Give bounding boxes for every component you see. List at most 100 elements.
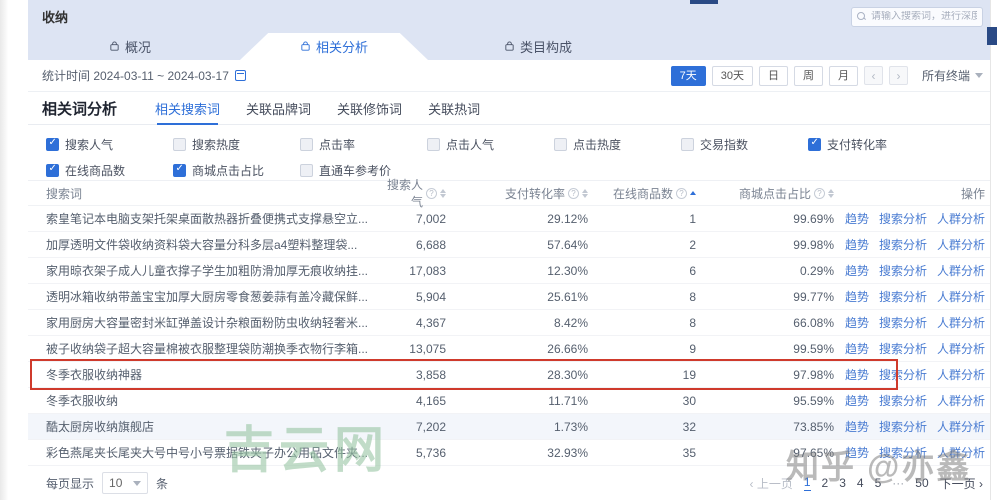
next-page-button[interactable]: 下一页 › xyxy=(940,475,983,492)
metric-pay-conversion[interactable]: 支付转化率 xyxy=(808,134,935,154)
tab-related-brand-words[interactable]: 关联品牌词 xyxy=(246,92,311,124)
period-day-button[interactable]: 日 xyxy=(758,65,788,86)
search-analysis-link[interactable]: 搜索分析 xyxy=(879,262,927,279)
terminal-filter-dropdown[interactable]: 所有终端 xyxy=(922,67,983,84)
tab-related-analysis[interactable]: 相关分析 xyxy=(232,33,436,60)
tab-related-hot-words[interactable]: 关联热词 xyxy=(428,92,480,124)
search-pop-cell: 5,736 xyxy=(415,445,446,460)
search-analysis-link[interactable]: 搜索分析 xyxy=(879,288,927,305)
page-5-button[interactable]: 5 xyxy=(875,476,882,490)
keyword-cell[interactable]: 酷太厨房收纳旗舰店 xyxy=(46,418,378,435)
search-analysis-link[interactable]: 搜索分析 xyxy=(879,314,927,331)
period-week-button[interactable]: 周 xyxy=(793,65,823,86)
pay-conv-cell: 25.61% xyxy=(547,289,588,304)
keyword-cell[interactable]: 家用晾衣架子成人儿童衣撑子学生加粗防滑加厚无痕收纳挂... xyxy=(46,262,378,279)
top-dark-bar-artifact xyxy=(690,0,718,4)
keyword-cell[interactable]: 被子收纳袋子超大容量棉被衣服整理袋防潮换季衣物行李箱... xyxy=(46,340,378,357)
search-analysis-link[interactable]: 搜索分析 xyxy=(879,236,927,253)
keyword-cell[interactable]: 透明冰箱收纳带盖宝宝加厚大厨房零食葱姜蒜有盖冷藏保鲜... xyxy=(46,288,378,305)
table-row: 冬季衣服收纳 4,165 11.71% 30 95.59% 趋势 搜索分析 人群分析 xyxy=(28,388,997,414)
mall-click-cell: 97.65% xyxy=(793,445,834,460)
trend-link[interactable]: 趋势 xyxy=(845,314,869,331)
trend-link[interactable]: 趋势 xyxy=(845,340,869,357)
tab-overview[interactable]: 概况 xyxy=(28,33,232,60)
checkbox-checked-icon xyxy=(46,137,59,151)
audience-analysis-link[interactable]: 人群分析 xyxy=(937,236,985,253)
trend-link[interactable]: 趋势 xyxy=(845,444,869,461)
search-analysis-link[interactable]: 搜索分析 xyxy=(879,392,927,409)
trend-link[interactable]: 趋势 xyxy=(845,288,869,305)
trend-link[interactable]: 趋势 xyxy=(845,236,869,253)
trend-link[interactable]: 趋势 xyxy=(845,418,869,435)
keyword-cell[interactable]: 索皇笔记本电脑支架托架桌面散热器折叠便携式支撑悬空立... xyxy=(46,210,378,227)
tab-related-modifier-words[interactable]: 关联修饰词 xyxy=(337,92,402,124)
metric-click-rate[interactable]: 点击率 xyxy=(300,134,427,154)
search-input[interactable] xyxy=(871,11,977,22)
page-4-button[interactable]: 4 xyxy=(857,476,864,490)
pay-conv-cell: 11.71% xyxy=(548,393,588,408)
keyword-cell[interactable]: 加厚透明文件袋收纳资料袋大容量分科多层a4塑料整理袋... xyxy=(46,236,378,253)
trend-link[interactable]: 趋势 xyxy=(845,262,869,279)
search-box[interactable] xyxy=(851,6,983,27)
mall-click-cell: 73.85% xyxy=(793,419,834,434)
search-analysis-link[interactable]: 搜索分析 xyxy=(879,340,927,357)
search-analysis-link[interactable]: 搜索分析 xyxy=(879,366,927,383)
search-analysis-link[interactable]: 搜索分析 xyxy=(879,418,927,435)
checkbox-checked-icon xyxy=(808,137,821,151)
audience-analysis-link[interactable]: 人群分析 xyxy=(937,418,985,435)
tab-category-composition[interactable]: 类目构成 xyxy=(436,33,640,60)
metric-click-heat[interactable]: 点击热度 xyxy=(554,134,681,154)
search-pop-cell: 3,858 xyxy=(415,367,446,382)
metric-search-heat[interactable]: 搜索热度 xyxy=(173,134,300,154)
trend-link[interactable]: 趋势 xyxy=(845,392,869,409)
audience-analysis-link[interactable]: 人群分析 xyxy=(937,314,985,331)
page-2-button[interactable]: 2 xyxy=(822,476,829,490)
mall-click-cell: 95.59% xyxy=(793,393,834,408)
audience-analysis-link[interactable]: 人群分析 xyxy=(937,366,985,383)
period-7d-button[interactable]: 7天 xyxy=(670,65,706,86)
period-month-button[interactable]: 月 xyxy=(828,65,858,86)
audience-analysis-link[interactable]: 人群分析 xyxy=(937,392,985,409)
metric-mall-click-ratio[interactable]: 商城点击占比 xyxy=(173,160,300,180)
audience-analysis-link[interactable]: 人群分析 xyxy=(937,210,985,227)
mall-click-cell: 99.59% xyxy=(793,341,834,356)
right-dark-square-artifact xyxy=(987,27,997,45)
col-header-mall-click-ratio[interactable]: 商城点击占比 xyxy=(696,185,834,202)
page-3-button[interactable]: 3 xyxy=(839,476,846,490)
audience-analysis-link[interactable]: 人群分析 xyxy=(937,288,985,305)
keyword-cell[interactable]: 冬季衣服收纳 xyxy=(46,392,378,409)
keyword-cell[interactable]: 彩色燕尾夹长尾夹大号中号小号票据铁夹子办公用品文件夹... xyxy=(46,444,378,461)
per-page-select[interactable]: 10 xyxy=(102,472,149,494)
search-analysis-link[interactable]: 搜索分析 xyxy=(879,444,927,461)
trend-link[interactable]: 趋势 xyxy=(845,210,869,227)
tab-related-search-words[interactable]: 相关搜索词 xyxy=(155,92,220,125)
metric-click-popularity[interactable]: 点击人气 xyxy=(427,134,554,154)
search-pop-cell: 17,083 xyxy=(409,263,446,278)
checkbox-checked-icon xyxy=(173,163,186,177)
audience-analysis-link[interactable]: 人群分析 xyxy=(937,444,985,461)
page-1-button[interactable]: 1 xyxy=(803,475,811,491)
prev-page-button[interactable]: ‹ 上一页 xyxy=(750,475,793,492)
metric-search-popularity[interactable]: 搜索人气 xyxy=(46,134,173,154)
audience-analysis-link[interactable]: 人群分析 xyxy=(937,262,985,279)
audience-analysis-link[interactable]: 人群分析 xyxy=(937,340,985,357)
mall-click-cell: 66.08% xyxy=(793,315,834,330)
keyword-cell[interactable]: 冬季衣服收纳神器 xyxy=(46,366,378,383)
page-50-button[interactable]: 50 xyxy=(915,476,928,490)
col-header-online-items[interactable]: 在线商品数 xyxy=(588,185,696,202)
next-period-button[interactable] xyxy=(888,66,908,85)
trend-link[interactable]: 趋势 xyxy=(845,366,869,383)
keyword-cell[interactable]: 家用厨房大容量密封米缸弹盖设计杂粮面粉防虫收纳轻奢米... xyxy=(46,314,378,331)
prev-period-button[interactable] xyxy=(863,66,883,85)
table-row-highlighted: 冬季衣服收纳神器 3,858 28.30% 19 97.98% 趋势 搜索分析 人群… xyxy=(28,362,997,388)
metric-trade-index[interactable]: 交易指数 xyxy=(681,134,808,154)
col-header-search-popularity[interactable]: 搜索人气 xyxy=(378,176,446,210)
page-right-scrollbar-area[interactable] xyxy=(990,0,997,500)
metric-online-items[interactable]: 在线商品数 xyxy=(46,160,173,180)
period-30d-button[interactable]: 30天 xyxy=(711,65,753,86)
col-header-pay-conversion[interactable]: 支付转化率 xyxy=(446,185,588,202)
page-title: 收纳 xyxy=(42,10,69,25)
calendar-icon[interactable] xyxy=(234,70,246,81)
search-analysis-link[interactable]: 搜索分析 xyxy=(879,210,927,227)
checkbox-icon xyxy=(173,137,186,151)
